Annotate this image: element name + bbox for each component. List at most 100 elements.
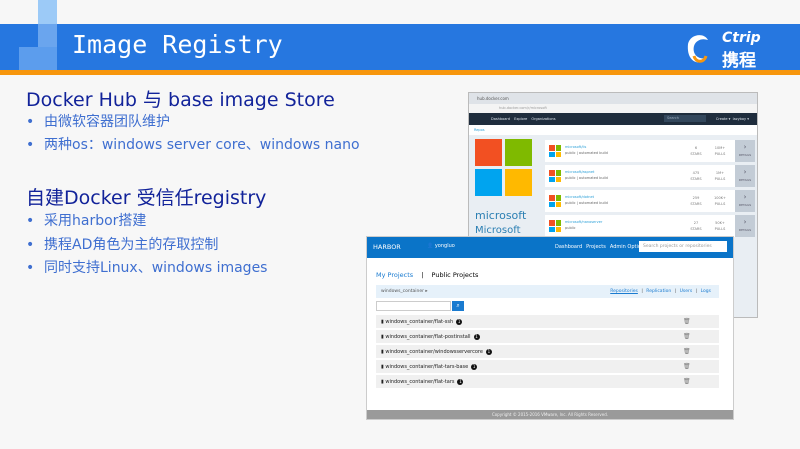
harbor-user: 👤 yongluo bbox=[427, 243, 455, 249]
ms-logo-yellow bbox=[505, 169, 532, 196]
details-label: DETAILS bbox=[738, 228, 752, 232]
sep: | bbox=[641, 289, 643, 294]
repo-name: windows_container/flat-tars-base bbox=[385, 364, 469, 370]
user-menu: lazyboy ▾ bbox=[732, 117, 749, 121]
logo-text-cn: 携程 bbox=[722, 51, 756, 71]
repo-pulls: 10M+ PULLS bbox=[710, 145, 730, 157]
pulls-label: PULLS bbox=[714, 227, 726, 231]
breadcrumb: Repos bbox=[469, 125, 757, 135]
pulls-value: 10M+ bbox=[714, 146, 726, 150]
harbor-screenshot: HARBOR 👤 yongluo Dashboard Projects Admin … bbox=[366, 236, 734, 420]
bullet-item: • 携程AD角色为主的存取控制 bbox=[26, 237, 219, 253]
trash-icon: 🗑 bbox=[683, 363, 691, 370]
tab-public-projects: Public Projects bbox=[431, 271, 479, 279]
project-bar: windows_container ▸ Repositories | Repli… bbox=[376, 285, 719, 298]
repo-card: microsoft/iis public | automated build 6… bbox=[545, 140, 755, 162]
details-button: › DETAILS bbox=[735, 215, 755, 237]
address-bar: hub.docker.com/r/microsoft bbox=[469, 104, 757, 113]
subtab-users: Users bbox=[679, 289, 693, 294]
tag-count-badge: 1 bbox=[457, 379, 464, 385]
ms-logo-blue bbox=[475, 169, 502, 196]
trash-icon: 🗑 bbox=[683, 318, 691, 325]
docker-navbar: Dashboard Explore Organizations Search C… bbox=[469, 113, 757, 125]
bullet-text: 携程AD角色为主的存取控制 bbox=[44, 237, 219, 253]
search-icon: ⌕ bbox=[452, 301, 464, 311]
nav-projects: Projects bbox=[586, 244, 606, 250]
org-display-name: Microsoft bbox=[475, 225, 521, 236]
dolphin-icon bbox=[687, 35, 708, 63]
harbor-footer: Copyright © 2015-2016 VMware, Inc. All R… bbox=[367, 410, 733, 419]
ms-logo-green bbox=[505, 139, 532, 166]
repo-row: ▮ windows_container/flat-ssh 1 🗑 bbox=[376, 315, 719, 328]
repo-icon: ▮ bbox=[381, 364, 384, 370]
trash-icon: 🗑 bbox=[683, 378, 691, 385]
repo-desc: public | automated build bbox=[565, 201, 608, 205]
decor-square bbox=[19, 47, 57, 71]
create-menu: Create ▾ bbox=[715, 117, 731, 121]
repo-card: microsoft/dotnet public | automated buil… bbox=[545, 190, 755, 212]
repo-desc: public bbox=[565, 226, 576, 230]
microsoft-logo-icon bbox=[549, 145, 561, 157]
logo-text-en: Ctrip bbox=[722, 30, 761, 46]
bullet-text: 两种os：windows server core、windows nano bbox=[44, 137, 360, 153]
bullet-text: 采用harbor搭建 bbox=[44, 213, 147, 229]
repo-pulls: 50K+ PULLS bbox=[710, 220, 730, 232]
bullet-item: • 同时支持Linux、windows images bbox=[26, 260, 268, 276]
repo-name: microsoft/aspnet bbox=[565, 170, 595, 174]
tag-count-badge: 1 bbox=[473, 334, 480, 340]
repo-name: microsoft/iis bbox=[565, 145, 587, 149]
decor-square bbox=[38, 24, 57, 48]
details-button: › DETAILS bbox=[735, 140, 755, 162]
docker-user: Create ▾ lazyboy ▾ bbox=[716, 117, 749, 121]
repo-row: ▮ windows_container/flat-tars-base 1 🗑 bbox=[376, 360, 719, 373]
sep: | bbox=[674, 289, 677, 294]
stars-value: 259 bbox=[692, 196, 700, 200]
decor-square bbox=[38, 0, 57, 24]
details-label: DETAILS bbox=[738, 178, 752, 182]
subtab-logs: Logs bbox=[700, 289, 711, 294]
repo-name: windows_container/windowsservercore bbox=[385, 349, 483, 355]
orange-stripe bbox=[0, 70, 800, 75]
stars-value: 475 bbox=[692, 171, 700, 175]
tag-count-badge: 1 bbox=[485, 349, 492, 355]
subtab-replication: Replication bbox=[646, 289, 672, 294]
repo-name: windows_container/flat-tars bbox=[385, 379, 455, 385]
repo-search-input bbox=[376, 301, 451, 311]
tag-count-badge: 1 bbox=[456, 319, 463, 325]
repo-card: microsoft/nanoserver public 27 STARS 50K+… bbox=[545, 215, 755, 237]
repo-card: microsoft/aspnet public | automated buil… bbox=[545, 165, 755, 187]
repo-row: ▮ windows_container/flat-postinstall 1 🗑 bbox=[376, 330, 719, 343]
microsoft-logo-icon bbox=[549, 220, 561, 232]
pulls-label: PULLS bbox=[714, 202, 726, 206]
microsoft-logo-icon bbox=[549, 195, 561, 207]
bullet-text: 同时支持Linux、windows images bbox=[44, 260, 268, 276]
ms-logo-red bbox=[475, 139, 502, 166]
repo-stars: 6 STARS bbox=[688, 145, 704, 157]
browser-tab: hub.docker.com bbox=[469, 93, 757, 104]
stars-value: 6 bbox=[694, 146, 698, 150]
microsoft-logo-panel: microsoft Microsoft bbox=[472, 139, 536, 239]
repo-name: microsoft/nanoserver bbox=[565, 220, 603, 224]
pulls-value: 1M+ bbox=[715, 171, 725, 175]
repo-stars: 259 STARS bbox=[688, 195, 704, 207]
stars-label: STARS bbox=[690, 177, 702, 181]
harbor-logo: HARBOR bbox=[373, 243, 401, 251]
harbor-topbar: HARBOR 👤 yongluo Dashboard Projects Admin … bbox=[367, 237, 733, 258]
bullet-item: • 两种os：windows server core、windows nano bbox=[26, 137, 360, 153]
repo-row: ▮ windows_container/flat-tars 1 🗑 bbox=[376, 375, 719, 388]
repo-icon: ▮ bbox=[381, 334, 384, 340]
ctrip-logo: Ctrip 携程 bbox=[680, 30, 795, 71]
harbor-search: Search projects or repositories bbox=[639, 241, 727, 252]
pulls-value: 50K+ bbox=[715, 221, 725, 225]
repo-icon: ▮ bbox=[381, 349, 384, 355]
pulls-value: 100K+ bbox=[714, 196, 726, 200]
nav-explore: Explore bbox=[514, 117, 528, 121]
nav-dashboard: Dashboard bbox=[491, 117, 510, 121]
details-label: DETAILS bbox=[738, 203, 752, 207]
project-name: windows_container ▸ bbox=[381, 289, 428, 294]
details-button: › DETAILS bbox=[735, 165, 755, 187]
repo-name: microsoft/dotnet bbox=[565, 195, 594, 199]
repo-icon: ▮ bbox=[381, 319, 384, 325]
pulls-label: PULLS bbox=[714, 177, 726, 181]
repo-row: ▮ windows_container/windowsservercore 1 🗑 bbox=[376, 345, 719, 358]
